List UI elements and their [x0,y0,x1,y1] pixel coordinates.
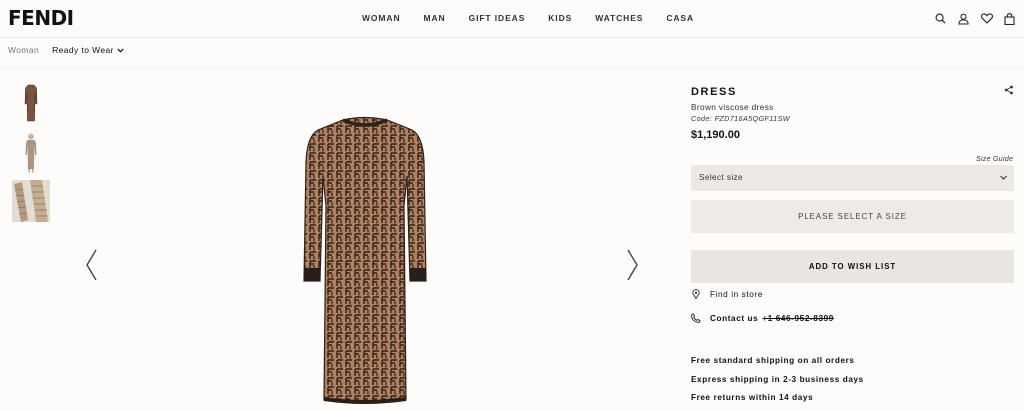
shipping-info-standard: Free standard shipping on all orders [691,356,855,365]
gallery-prev-button[interactable] [84,248,100,282]
chevron-right-icon [627,249,638,281]
nav-item-gift-ideas[interactable]: GIFT IDEAS [469,13,526,23]
contact-us-row[interactable]: Contact us +1 646-952-8399 [691,313,834,323]
dress-thumbnail-front[interactable] [12,82,50,124]
product-main-image [300,116,430,406]
breadcrumb-woman[interactable]: Woman [8,45,39,55]
contact-us-label: Contact us [710,313,759,323]
search-icon[interactable] [934,12,947,25]
contact-phone-number[interactable]: +1 646-952-8399 [762,314,834,323]
breadcrumb-ready-to-wear-label: Ready to Wear [52,45,114,55]
nav-item-casa[interactable]: CASA [666,13,694,23]
nav-item-woman[interactable]: WOMAN [362,13,401,23]
shipping-info-returns: Free returns within 14 days [691,393,814,402]
share-icon[interactable] [1004,82,1014,95]
main-nav: WOMAN MAN GIFT IDEAS KIDS WATCHES CASA [362,13,717,23]
nav-item-watches[interactable]: WATCHES [595,13,643,23]
nav-item-kids[interactable]: KIDS [548,13,572,23]
dress-thumbnail-detail[interactable] [12,180,50,222]
shipping-info-express: Express shipping in 2-3 business days [691,375,864,384]
chevron-down-icon [1000,175,1007,180]
wishlist-heart-icon[interactable] [980,12,993,25]
header-icons [934,12,1016,25]
nav-item-man[interactable]: MAN [424,13,446,23]
add-to-wishlist-button[interactable]: ADD TO WISH LIST [691,250,1014,283]
breadcrumb-ready-to-wear[interactable]: Ready to Wear [52,45,124,55]
dress-thumbnail-model[interactable] [12,132,50,174]
chevron-down-icon [117,48,124,53]
phone-icon [691,313,701,323]
shopping-bag-icon[interactable] [1003,12,1016,25]
product-price: $1,190.00 [691,129,740,141]
product-title: DRESS [691,86,737,98]
chevron-left-icon [86,249,97,281]
site-header: FENDI WOMAN MAN GIFT IDEAS KIDS WATCHES … [0,0,1024,38]
account-icon[interactable] [957,12,970,25]
product-description: Brown viscose dress [691,103,774,112]
find-in-store-link[interactable]: Find in store [691,289,763,299]
brand-logo[interactable]: FENDI [8,6,74,30]
select-size-button[interactable]: PLEASE SELECT A SIZE [691,200,1014,233]
size-select[interactable]: Select size [691,165,1014,191]
breadcrumb: Woman Ready to Wear [8,45,124,55]
find-in-store-label: Find in store [710,289,763,299]
size-select-placeholder: Select size [699,173,743,182]
size-guide-link[interactable]: Size Guide [976,156,1013,163]
location-pin-icon [691,289,701,299]
breadcrumb-divider [0,67,1024,68]
product-code: Code: FZD716A5QGF11SW [691,114,790,123]
gallery-next-button[interactable] [624,248,640,282]
